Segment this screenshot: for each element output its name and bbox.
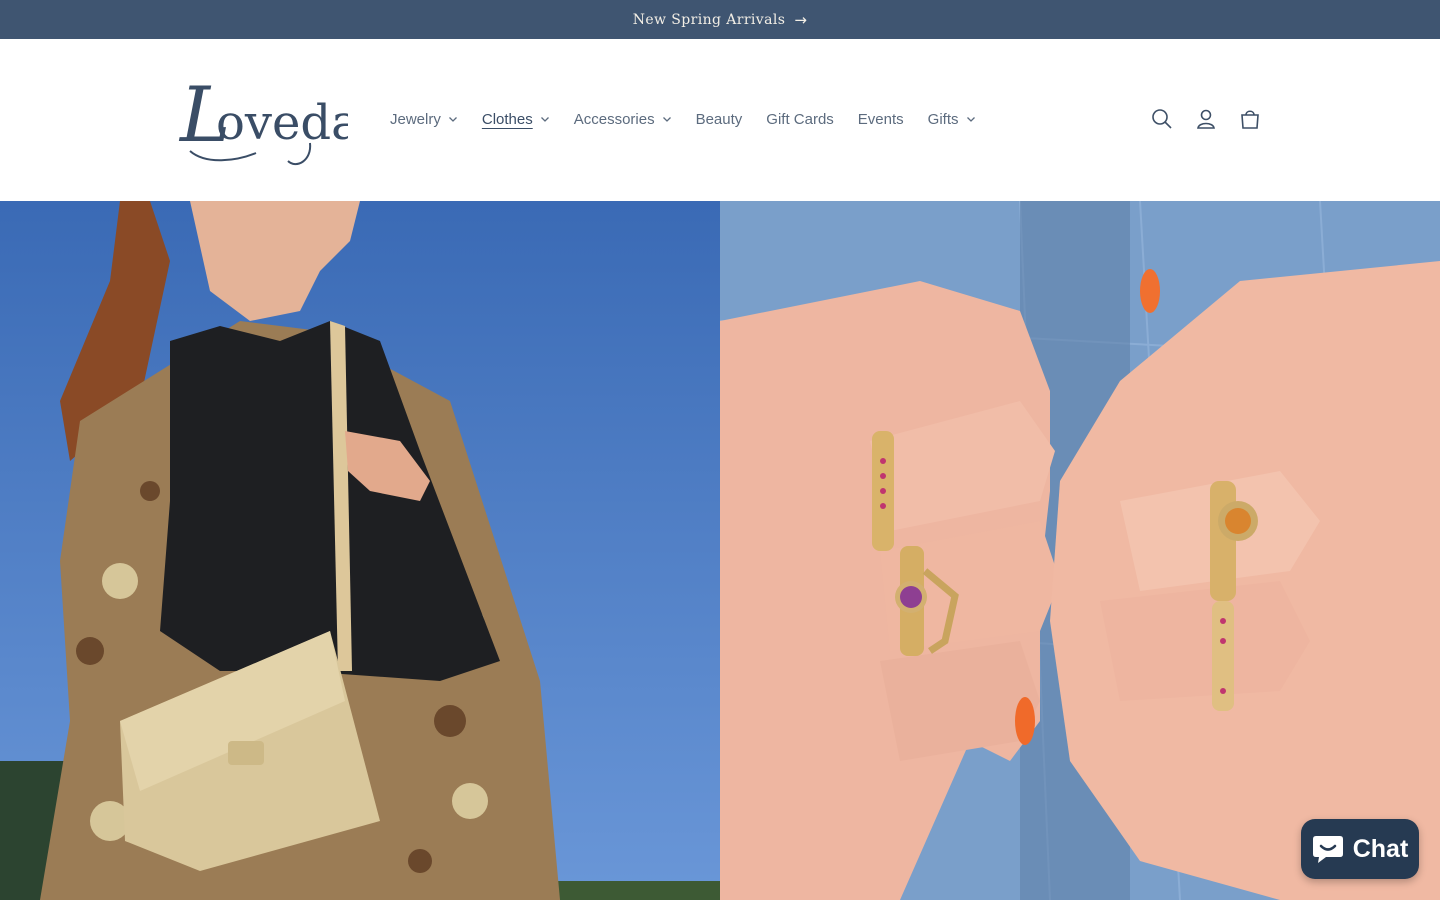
- nav-label: Accessories: [573, 110, 655, 128]
- nav-label: Gifts: [927, 110, 959, 128]
- nav-accessories[interactable]: Accessories: [562, 99, 684, 139]
- hero-banner: [0, 201, 1440, 900]
- cart-icon: [1241, 110, 1259, 129]
- cart-button[interactable]: [1228, 99, 1272, 139]
- site-header: L oveday Jewelry Clothes Accessories Bea…: [0, 39, 1440, 201]
- main-nav: Jewelry Clothes Accessories Beauty Gift …: [378, 99, 988, 139]
- nav-clothes[interactable]: Clothes: [470, 99, 562, 139]
- announcement-bar[interactable]: New Spring Arrivals →: [0, 0, 1440, 39]
- nav-beauty[interactable]: Beauty: [684, 99, 755, 139]
- nav-jewelry[interactable]: Jewelry: [378, 99, 470, 139]
- account-icon: [1197, 109, 1215, 129]
- search-button[interactable]: [1140, 99, 1184, 139]
- hero-image-rings[interactable]: [720, 201, 1440, 900]
- nav-events[interactable]: Events: [846, 99, 916, 139]
- hero-image-bag[interactable]: [0, 201, 720, 900]
- chevron-down-icon: [662, 117, 671, 122]
- chat-bubble-icon: [1312, 836, 1343, 863]
- nav-label: Clothes: [481, 110, 533, 128]
- site-logo[interactable]: L oveday: [176, 69, 387, 171]
- chevron-down-icon: [540, 117, 549, 122]
- nav-gifts[interactable]: Gifts: [916, 99, 988, 139]
- chat-label: Chat: [1352, 834, 1409, 863]
- announcement-text: New Spring Arrivals: [632, 11, 786, 28]
- arrow-right-icon: →: [794, 10, 808, 29]
- nav-label: Gift Cards: [766, 110, 834, 128]
- svg-text:oveday: oveday: [216, 95, 348, 151]
- account-button[interactable]: [1184, 99, 1228, 139]
- nav-label: Jewelry: [390, 110, 441, 128]
- chevron-down-icon: [448, 117, 457, 122]
- nav-label: Events: [857, 110, 904, 128]
- chat-button[interactable]: Chat: [1301, 819, 1419, 879]
- nav-label: Beauty: [695, 110, 743, 128]
- nav-gift-cards[interactable]: Gift Cards: [754, 99, 846, 139]
- search-icon: [1152, 109, 1172, 129]
- chevron-down-icon: [966, 117, 975, 122]
- header-icons: [1140, 99, 1272, 139]
